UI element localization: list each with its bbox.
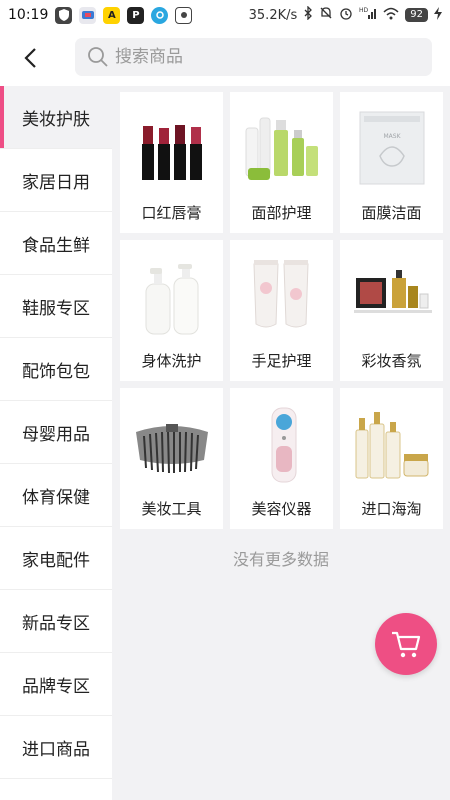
subcategory-label: 面部护理 (251, 204, 312, 222)
sidebar-item-home[interactable]: 家居日用 (0, 149, 112, 212)
category-sidebar: 美妆护肤 家居日用 食品生鲜 鞋服专区 配饰包包 母婴用品 体育保健 家电配件 … (0, 86, 112, 800)
hand-cream-icon (230, 248, 333, 344)
makeup-perfume-icon (340, 248, 443, 344)
subcategory-label: 美妆工具 (141, 500, 202, 518)
back-button[interactable] (0, 30, 60, 86)
status-bar: 10:19 A P 35.2K/s HD 92 (0, 0, 450, 30)
svg-text:HD: HD (359, 7, 369, 14)
p-app-icon: P (127, 6, 145, 24)
subcategory-card[interactable]: 手足护理 (230, 240, 333, 381)
subcategory-card[interactable]: 彩妆香氛 (340, 240, 443, 381)
skincare-bottles-icon (230, 100, 333, 196)
subcategory-label: 手足护理 (251, 352, 312, 370)
sidebar-item-label: 美妆护肤 (22, 109, 90, 130)
sidebar-item-label: 进口商品 (22, 739, 90, 760)
tv-app-icon (79, 6, 97, 24)
charging-icon (434, 6, 442, 24)
shield-icon (55, 6, 73, 24)
svg-text:MASK: MASK (383, 133, 401, 140)
sidebar-item-label: 配饰包包 (22, 361, 90, 382)
sidebar-item-food[interactable]: 食品生鲜 (0, 212, 112, 275)
sidebar-item-appliance[interactable]: 家电配件 (0, 527, 112, 590)
subcategory-card[interactable]: 进口海淘 (340, 388, 443, 529)
sidebar-item-label: 品牌专区 (22, 676, 90, 697)
sidebar-item-import[interactable]: 进口商品 (0, 716, 112, 779)
no-more-data-text: 没有更多数据 (232, 550, 329, 569)
sidebar-item-new[interactable]: 新品专区 (0, 590, 112, 653)
bluetooth-icon (303, 5, 313, 24)
sidebar-item-label: 食品生鲜 (22, 235, 90, 256)
chevron-left-icon (24, 48, 36, 68)
sidebar-item-baby[interactable]: 母婴用品 (0, 401, 112, 464)
subcategory-card[interactable]: MASK 面膜洁面 (340, 92, 443, 233)
import-cosmetics-icon (340, 396, 443, 492)
header (0, 30, 450, 86)
blue-app-icon (151, 6, 169, 24)
yellow-app-icon: A (103, 6, 121, 24)
subcategory-label: 身体洗护 (141, 352, 202, 370)
sidebar-item-sports[interactable]: 体育保健 (0, 464, 112, 527)
brush-set-icon (120, 396, 223, 492)
sidebar-item-label: 体育保健 (22, 487, 90, 508)
battery-indicator: 92 (405, 8, 428, 22)
photo-app-icon (175, 6, 193, 24)
subcategory-card[interactable]: 美容仪器 (230, 388, 333, 529)
subcategory-card[interactable]: 身体洗护 (120, 240, 223, 381)
search-icon (88, 47, 108, 67)
subcategory-grid: 口红唇膏 面部护理 MASK 面膜洁面 身体洗护 手足护理 彩妆香氛 美妆工具 … (120, 92, 444, 529)
beauty-device-icon (230, 396, 333, 492)
lipstick-icon (120, 100, 223, 196)
alarm-icon (339, 6, 353, 24)
subcategory-panel: 口红唇膏 面部护理 MASK 面膜洁面 身体洗护 手足护理 彩妆香氛 美妆工具 … (112, 86, 450, 800)
sidebar-item-apparel[interactable]: 鞋服专区 (0, 275, 112, 338)
sidebar-item-label: 新品专区 (22, 613, 90, 634)
body-wash-icon (120, 248, 223, 344)
subcategory-label: 进口海淘 (361, 500, 422, 518)
network-speed: 35.2K/s (248, 7, 298, 23)
search-bar[interactable] (75, 38, 432, 76)
subcategory-label: 彩妆香氛 (361, 352, 422, 370)
sidebar-item-label: 家电配件 (22, 550, 90, 571)
subcategory-label: 面膜洁面 (361, 204, 422, 222)
cart-button[interactable] (375, 613, 437, 675)
search-input[interactable] (115, 47, 395, 67)
subcategory-card[interactable]: 口红唇膏 (120, 92, 223, 233)
cart-icon (392, 631, 421, 658)
subcategory-card[interactable]: 面部护理 (230, 92, 333, 233)
status-time: 10:19 (8, 7, 49, 23)
subcategory-card[interactable]: 美妆工具 (120, 388, 223, 529)
sidebar-item-label: 家居日用 (22, 172, 90, 193)
signal-icon: HD (359, 6, 377, 24)
face-mask-icon: MASK (340, 100, 443, 196)
sidebar-item-accessories[interactable]: 配饰包包 (0, 338, 112, 401)
subcategory-label: 美容仪器 (251, 500, 312, 518)
subcategory-label: 口红唇膏 (141, 204, 202, 222)
sidebar-item-beauty[interactable]: 美妆护肤 (0, 86, 112, 149)
sidebar-item-label: 鞋服专区 (22, 298, 90, 319)
wifi-icon (383, 7, 399, 24)
sidebar-item-label: 母婴用品 (22, 424, 90, 445)
mute-bell-icon (319, 6, 333, 24)
sidebar-item-brand[interactable]: 品牌专区 (0, 653, 112, 716)
